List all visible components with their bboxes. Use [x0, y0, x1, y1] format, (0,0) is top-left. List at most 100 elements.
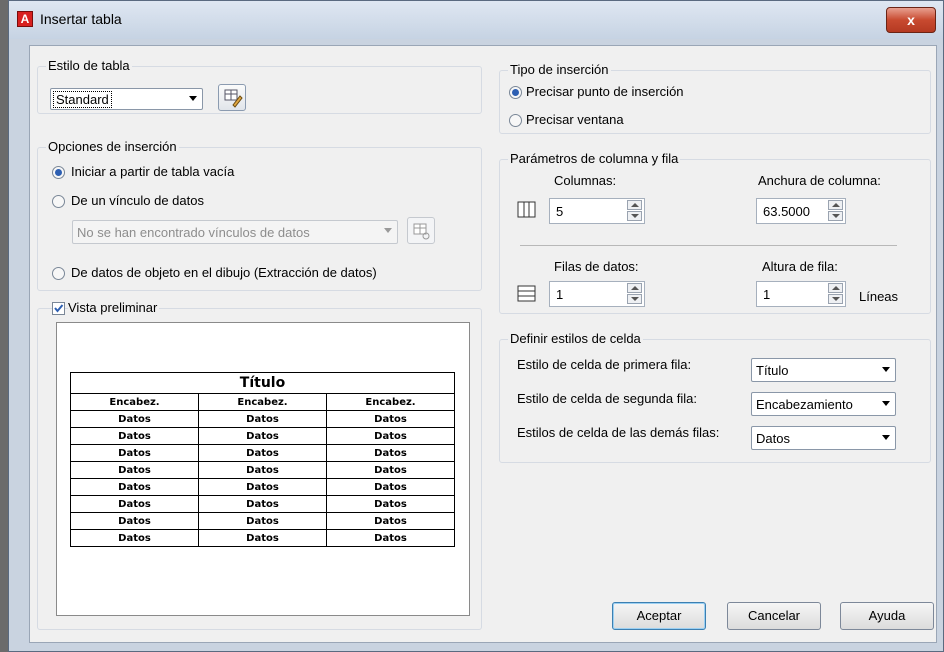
preview-table: Título Encabez. Encabez. Encabez. Datos D… — [70, 372, 455, 547]
first-row-style-label: Estilo de celda de primera fila: — [517, 357, 692, 372]
data-link-select[interactable]: No se han encontrado vínculos de datos — [72, 220, 398, 244]
preview-data-cell: Datos — [70, 444, 199, 462]
autocad-logo-icon: A — [17, 11, 33, 27]
columns-label: Columnas: — [554, 173, 617, 188]
spin-up-icon[interactable] — [828, 200, 843, 210]
second-row-style-value: Encabezamiento — [756, 397, 853, 412]
table-style-select[interactable]: Standard — [50, 88, 203, 110]
preview-data-cell: Datos — [70, 427, 199, 445]
second-row-style-label: Estilo de celda de segunda fila: — [517, 391, 697, 406]
preview-data-cell: Datos — [198, 478, 327, 496]
preview-row: Datos Datos Datos — [70, 495, 455, 513]
preview-checkbox-label: Vista preliminar — [68, 300, 160, 315]
other-rows-style-select[interactable]: Datos — [751, 426, 896, 450]
radio-empty-table[interactable] — [52, 166, 65, 179]
preview-header-cell: Encabez. — [198, 393, 327, 411]
preview-data-cell: Datos — [326, 444, 455, 462]
radio-specify-window-label: Precisar ventana — [526, 112, 624, 127]
preview-row: Datos Datos Datos — [70, 461, 455, 479]
first-row-style-value: Título — [756, 363, 789, 378]
other-rows-style-value: Datos — [756, 431, 790, 446]
data-rows-spinner[interactable]: 1 — [549, 281, 645, 307]
insertion-type-legend: Tipo de inserción — [508, 62, 611, 77]
spin-down-icon[interactable] — [828, 294, 843, 304]
chevron-down-icon — [882, 401, 890, 406]
preview-row: Datos Datos Datos — [70, 444, 455, 462]
second-row-style-select[interactable]: Encabezamiento — [751, 392, 896, 416]
table-style-legend: Estilo de tabla — [46, 58, 132, 73]
spin-up-icon[interactable] — [627, 200, 642, 210]
dialog-body: Estilo de tabla Standard Opciones de ins… — [29, 45, 937, 643]
insert-table-dialog: A Insertar tabla x Estilo de tabla Stand… — [8, 0, 944, 652]
preview-data-cell: Datos — [198, 427, 327, 445]
column-width-spinner[interactable]: 63.5000 — [756, 198, 846, 224]
data-link-placeholder: No se han encontrado vínculos de datos — [77, 225, 310, 240]
data-link-icon — [413, 223, 430, 240]
radio-data-link-label: De un vínculo de datos — [71, 193, 204, 208]
preview-data-cell: Datos — [198, 444, 327, 462]
column-width-value: 63.5000 — [763, 204, 810, 219]
data-rows-value: 1 — [556, 287, 564, 302]
cell-styles-legend: Definir estilos de celda — [508, 331, 643, 346]
preview-row: Datos Datos Datos — [70, 529, 455, 547]
preview-header-cell: Encabez. — [326, 393, 455, 411]
preview-data-cell: Datos — [198, 512, 327, 530]
preview-data-cell: Datos — [326, 427, 455, 445]
preview-row: Datos Datos Datos — [70, 512, 455, 530]
preview-row: Datos Datos Datos — [70, 410, 455, 428]
rows-icon — [517, 285, 536, 302]
row-height-value: 1 — [763, 287, 771, 302]
preview-data-cell: Datos — [70, 461, 199, 479]
preview-data-cell: Datos — [326, 478, 455, 496]
chevron-down-icon — [882, 367, 890, 372]
radio-specify-point-label: Precisar punto de inserción — [526, 84, 684, 99]
preview-data-cell: Datos — [70, 512, 199, 530]
title-bar: A Insertar tabla x — [9, 1, 943, 39]
preview-data-cell: Datos — [70, 410, 199, 428]
preview-data-cell: Datos — [198, 495, 327, 513]
preview-row: Datos Datos Datos — [70, 478, 455, 496]
radio-data-link[interactable] — [52, 195, 65, 208]
ok-button[interactable]: Aceptar — [612, 602, 706, 630]
first-row-style-select[interactable]: Título — [751, 358, 896, 382]
radio-data-extraction[interactable] — [52, 267, 65, 280]
preview-data-cell: Datos — [198, 410, 327, 428]
preview-data-cell: Datos — [326, 410, 455, 428]
other-rows-style-label: Estilos de celda de las demás filas: — [517, 425, 720, 440]
table-style-dialog-button[interactable] — [218, 84, 246, 111]
data-link-manager-button[interactable] — [407, 217, 435, 244]
preview-header-cell: Encabez. — [70, 393, 199, 411]
spin-up-icon[interactable] — [627, 283, 642, 293]
data-rows-label: Filas de datos: — [554, 259, 639, 274]
column-width-label: Anchura de columna: — [758, 173, 881, 188]
spin-down-icon[interactable] — [828, 211, 843, 221]
dialog-title: Insertar tabla — [40, 11, 122, 27]
columns-spinner[interactable]: 5 — [549, 198, 645, 224]
table-style-value: Standard — [53, 91, 112, 108]
preview-data-cell: Datos — [70, 529, 199, 547]
radio-empty-table-label: Iniciar a partir de tabla vacía — [71, 164, 235, 179]
preview-data-cell: Datos — [326, 461, 455, 479]
spin-down-icon[interactable] — [627, 211, 642, 221]
preview-data-cell: Datos — [326, 495, 455, 513]
preview-checkbox[interactable] — [52, 302, 65, 315]
columns-icon — [517, 201, 536, 218]
preview-data-cell: Datos — [70, 478, 199, 496]
preview-row: Datos Datos Datos — [70, 427, 455, 445]
preview-data-cell: Datos — [198, 461, 327, 479]
radio-specify-window[interactable] — [509, 114, 522, 127]
preview-title-cell: Título — [70, 372, 455, 394]
radio-specify-point[interactable] — [509, 86, 522, 99]
spin-down-icon[interactable] — [627, 294, 642, 304]
separator — [520, 245, 897, 246]
chevron-down-icon — [384, 228, 392, 233]
row-height-spinner[interactable]: 1 — [756, 281, 846, 307]
preview-data-cell: Datos — [326, 512, 455, 530]
close-button[interactable]: x — [886, 7, 936, 33]
cancel-button[interactable]: Cancelar — [727, 602, 821, 630]
table-preview: Título Encabez. Encabez. Encabez. Datos D… — [56, 322, 470, 616]
column-row-settings-legend: Parámetros de columna y fila — [508, 151, 681, 166]
spin-up-icon[interactable] — [828, 283, 843, 293]
columns-value: 5 — [556, 204, 564, 219]
help-button[interactable]: Ayuda — [840, 602, 934, 630]
